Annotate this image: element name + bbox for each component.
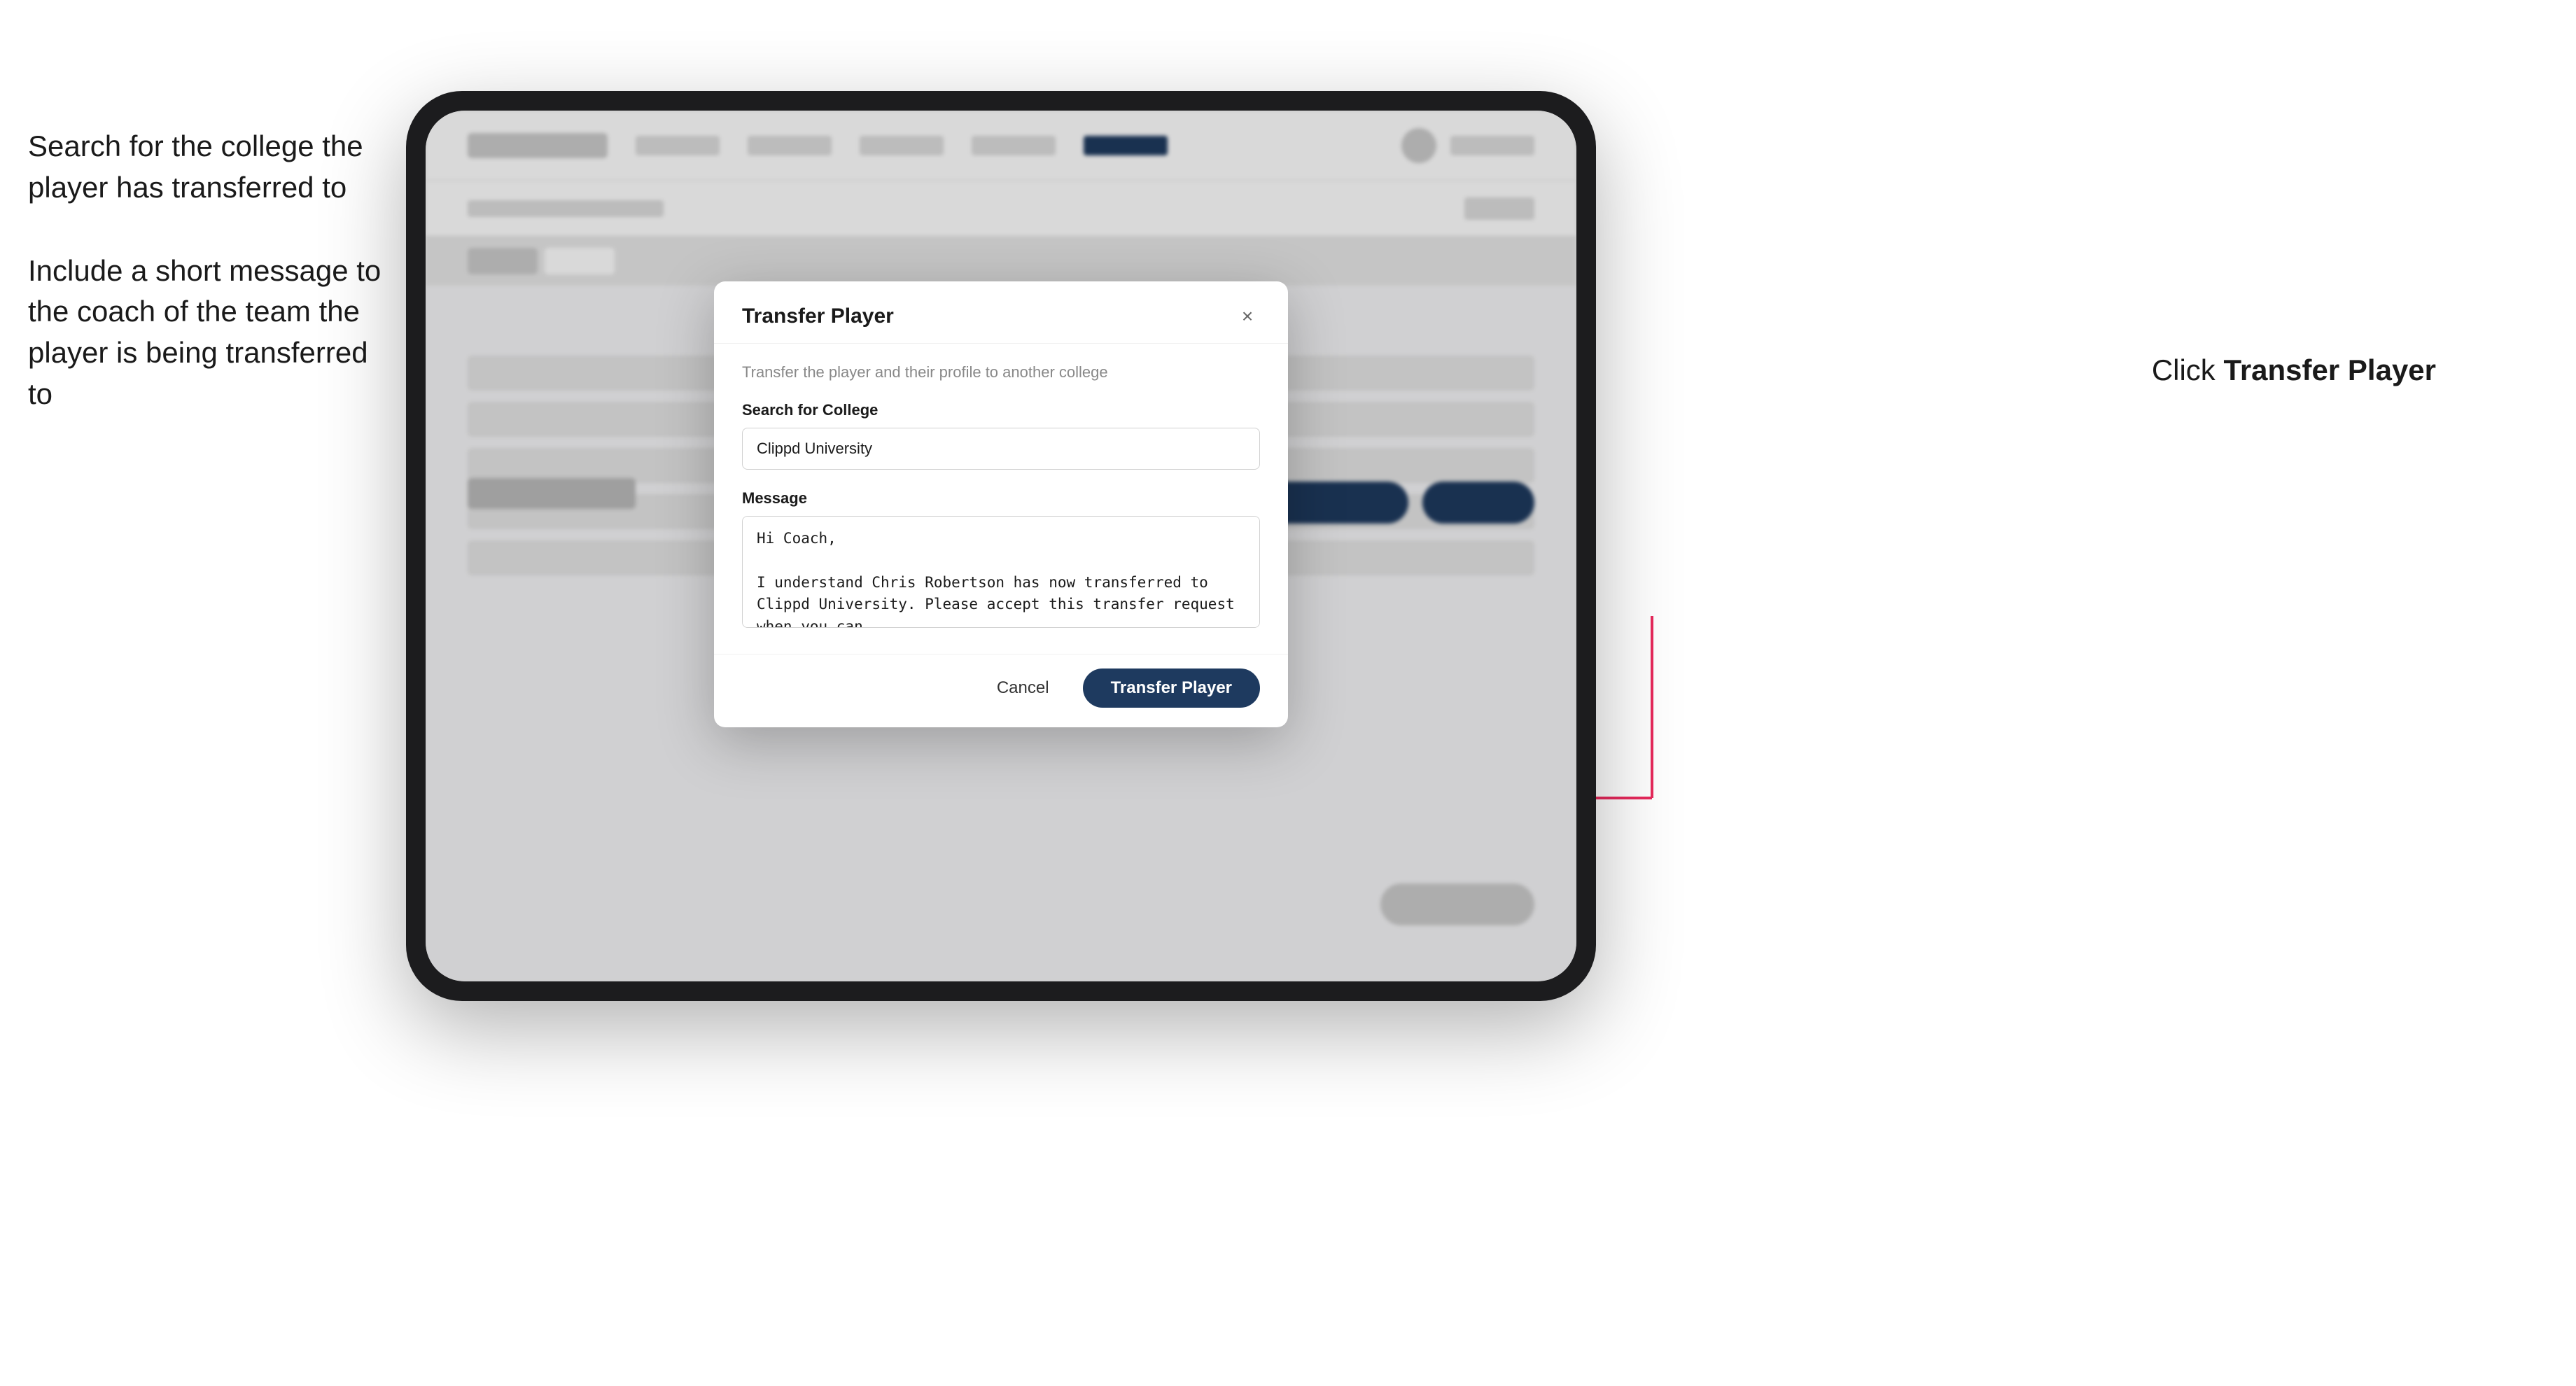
- message-label: Message: [742, 489, 1260, 507]
- modal-overlay: Transfer Player × Transfer the player an…: [426, 111, 1576, 981]
- dialog-header: Transfer Player ×: [714, 281, 1288, 344]
- tablet-screen: Transfer Player × Transfer the player an…: [426, 111, 1576, 981]
- search-college-input[interactable]: [742, 428, 1260, 470]
- dialog-footer: Cancel Transfer Player: [714, 654, 1288, 727]
- dialog-title: Transfer Player: [742, 304, 894, 328]
- transfer-player-button[interactable]: Transfer Player: [1083, 668, 1260, 708]
- annotation-click-label: Click: [2152, 354, 2224, 386]
- transfer-player-dialog: Transfer Player × Transfer the player an…: [714, 281, 1288, 727]
- right-annotation: Click Transfer Player: [2152, 350, 2436, 433]
- dialog-close-button[interactable]: ×: [1235, 304, 1260, 329]
- search-college-label: Search for College: [742, 401, 1260, 419]
- message-textarea[interactable]: Hi Coach, I understand Chris Robertson h…: [742, 516, 1260, 628]
- annotation-message-text: Include a short message to the coach of …: [28, 251, 392, 415]
- dialog-description: Transfer the player and their profile to…: [742, 363, 1260, 382]
- annotation-transfer-bold: Transfer Player: [2223, 354, 2436, 386]
- dialog-body: Transfer the player and their profile to…: [714, 344, 1288, 654]
- tablet-frame: Transfer Player × Transfer the player an…: [406, 91, 1596, 1001]
- annotation-right-text: Click Transfer Player: [2152, 350, 2436, 391]
- left-annotations: Search for the college the player has tr…: [28, 126, 392, 457]
- annotation-search-text: Search for the college the player has tr…: [28, 126, 392, 209]
- cancel-button[interactable]: Cancel: [980, 668, 1066, 708]
